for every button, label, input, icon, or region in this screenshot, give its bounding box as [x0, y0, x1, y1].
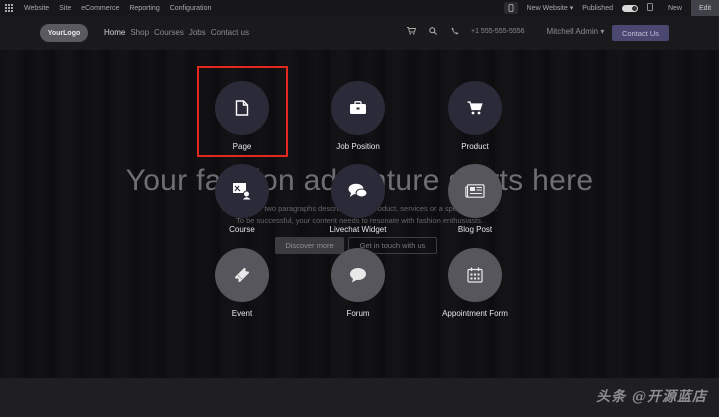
cart-icon: [448, 81, 502, 135]
newspaper-icon: [448, 164, 502, 218]
admin-bar: Website Site eCommerce Reporting Configu…: [0, 0, 719, 16]
option-livechat-widget[interactable]: Livechat Widget: [298, 164, 418, 234]
menu-reporting[interactable]: Reporting: [129, 5, 159, 12]
edit-button[interactable]: Edit: [691, 0, 719, 16]
option-forum[interactable]: Forum: [298, 248, 418, 318]
option-appointment-form[interactable]: Appointment Form: [415, 248, 535, 318]
site-logo[interactable]: YourLogo: [40, 24, 88, 42]
nav-shop[interactable]: Shop: [130, 28, 149, 37]
option-label: Job Position: [336, 142, 380, 151]
mobile-preview-icon[interactable]: [503, 2, 518, 14]
cart-icon[interactable]: [405, 25, 417, 37]
option-label: Livechat Widget: [329, 225, 387, 234]
new-website-label: New Website: [526, 5, 568, 12]
speech-bubble-icon: [331, 248, 385, 302]
apps-grid-icon[interactable]: [4, 3, 14, 13]
app-name[interactable]: Website: [24, 5, 49, 12]
menu-configuration[interactable]: Configuration: [170, 5, 212, 12]
nav-contact[interactable]: Contact us: [211, 28, 249, 37]
course-icon: [215, 164, 269, 218]
option-label: Event: [231, 309, 253, 318]
option-job-position[interactable]: Job Position: [298, 81, 418, 151]
phone-icon: [449, 25, 461, 37]
phone-number[interactable]: +1 555-555-5556: [471, 28, 525, 35]
site-menu: Home Shop Courses Jobs Contact us: [104, 28, 249, 37]
option-label: Blog Post: [457, 225, 493, 234]
briefcase-icon: [331, 81, 385, 135]
option-product[interactable]: Product: [415, 81, 535, 151]
option-label: Appointment Form: [442, 309, 508, 318]
menu-site[interactable]: Site: [59, 5, 71, 12]
nav-home[interactable]: Home: [104, 28, 125, 37]
menu-ecommerce[interactable]: eCommerce: [81, 5, 119, 12]
new-website-dropdown[interactable]: New Website ▾: [527, 4, 574, 12]
watermark: 头条 @开源蓝店: [596, 389, 707, 405]
published-toggle[interactable]: [621, 4, 638, 12]
selection-highlight: [197, 66, 288, 157]
published-label: Published: [582, 4, 613, 12]
search-icon[interactable]: [427, 25, 439, 37]
option-label: Product: [461, 142, 489, 151]
option-event[interactable]: Event: [182, 248, 302, 318]
nav-courses[interactable]: Courses: [154, 28, 184, 37]
phone-preview-icon[interactable]: [647, 3, 653, 13]
nav-jobs[interactable]: Jobs: [189, 28, 206, 37]
option-label: Course: [229, 225, 255, 234]
user-menu[interactable]: Mitchell Admin ▾: [547, 27, 605, 36]
chat-icon: [331, 164, 385, 218]
user-name: Mitchell Admin: [546, 26, 599, 36]
option-course[interactable]: Course: [182, 164, 302, 234]
ticket-icon: [215, 248, 269, 302]
new-button[interactable]: New: [668, 5, 682, 12]
calendar-icon: [448, 248, 502, 302]
website-navbar: YourLogo Home Shop Courses Jobs Contact …: [0, 16, 719, 50]
contact-us-button[interactable]: Contact Us: [612, 25, 669, 41]
option-blog-post[interactable]: Blog Post: [415, 164, 535, 234]
option-label: Forum: [346, 309, 370, 318]
